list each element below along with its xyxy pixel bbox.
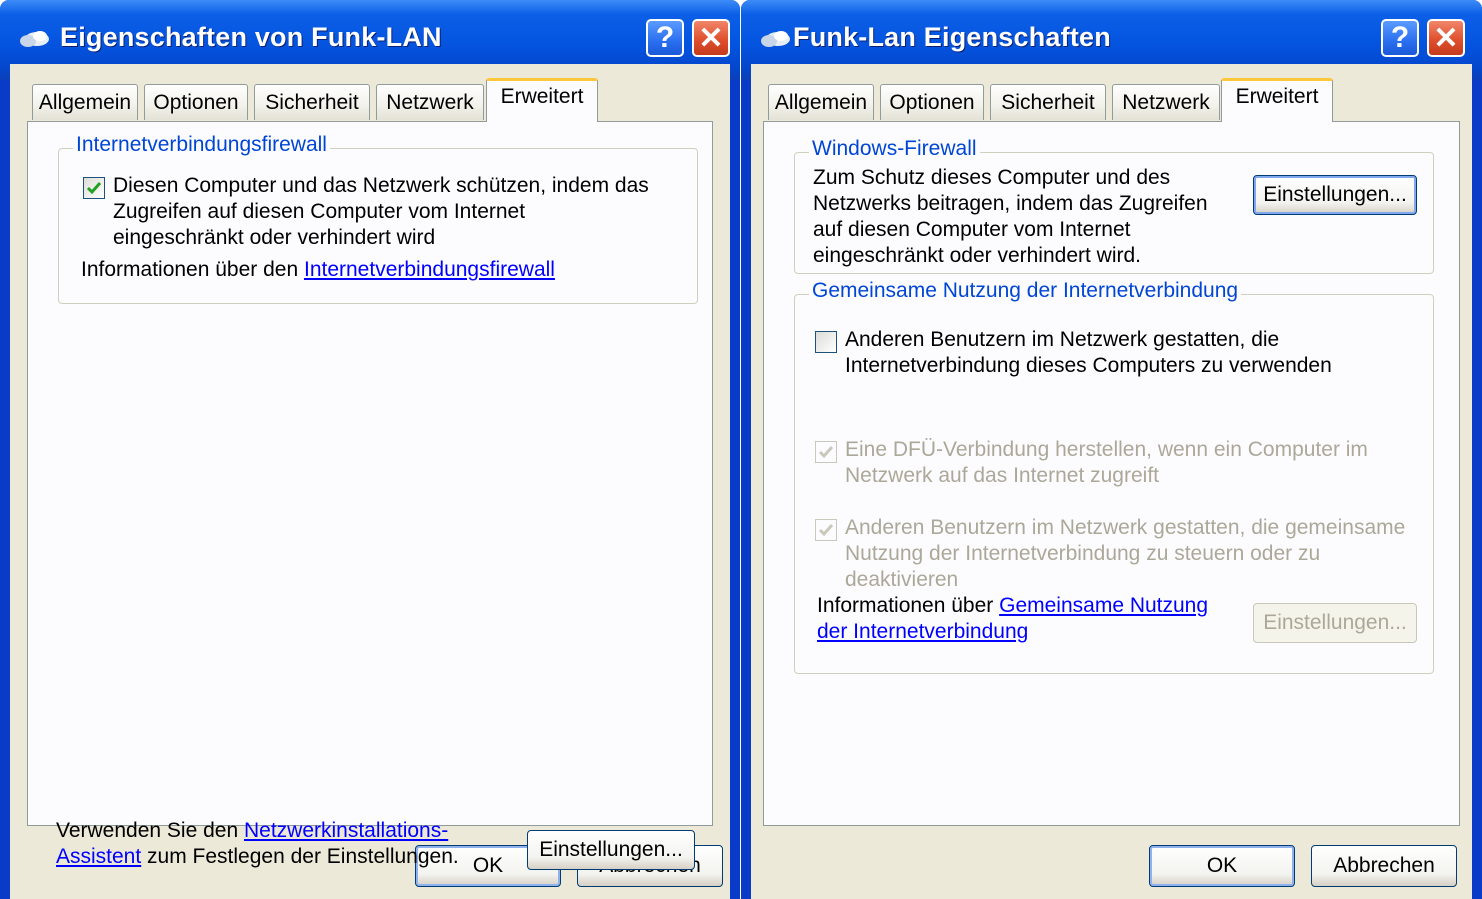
windows-firewall-group: Windows-Firewall Zum Schutz dieses Compu… — [794, 137, 1434, 274]
tab-erweitert[interactable]: Erweitert — [486, 78, 598, 122]
right-dialog-body: Allgemein Optionen Sicherheit Netzwerk E… — [751, 64, 1472, 899]
firewall-info-prefix: Informationen über den — [81, 258, 304, 281]
tab-optionen[interactable]: Optionen — [880, 84, 984, 120]
close-button[interactable]: ✕ — [1427, 19, 1465, 57]
ics-info-link-1[interactable]: Gemeinsame Nutzung — [999, 594, 1208, 617]
network-connection-icon — [20, 31, 49, 47]
firewall-checkbox[interactable] — [83, 177, 105, 199]
setup-wizard-link-2[interactable]: Assistent — [56, 845, 141, 868]
setup-wizard-line-2: Assistent zum Festlegen der Einstellunge… — [56, 844, 459, 870]
tab-netzwerk[interactable]: Netzwerk — [376, 84, 484, 120]
help-button[interactable]: ? — [646, 19, 684, 57]
firewall-info-text: Informationen über den Internetverbindun… — [81, 257, 555, 283]
firewall-checkbox-label-3[interactable]: eingeschränkt oder verhindert wird — [113, 225, 435, 251]
right-dialog-window: Funk-Lan Eigenschaften ? ✕ Allgemein Opt… — [741, 0, 1482, 899]
checkmark-icon — [818, 524, 834, 537]
ics-control-label-2: Nutzung der Internetverbindung zu steuer… — [845, 542, 1321, 565]
ics-control-label-3: deaktivieren — [845, 568, 959, 591]
tab-allgemein[interactable]: Allgemein — [768, 84, 874, 120]
ics-allow-label-2[interactable]: Internetverbindung dieses Computers zu v… — [845, 353, 1332, 379]
setup-wizard-line-1: Verwenden Sie den Netzwerkinstallations- — [56, 818, 448, 844]
ics-info-line-2: der Internetverbindung — [817, 619, 1028, 645]
checkmark-icon — [86, 182, 102, 195]
tab-sicherheit[interactable]: Sicherheit — [254, 84, 370, 120]
tab-netzwerk[interactable]: Netzwerk — [1112, 84, 1220, 120]
windows-firewall-legend: Windows-Firewall — [809, 137, 980, 161]
ics-control-checkbox[interactable] — [815, 519, 837, 541]
tab-optionen[interactable]: Optionen — [144, 84, 248, 120]
ics-info-line-1: Informationen über Gemeinsame Nutzung — [817, 593, 1208, 619]
left-settings-button[interactable]: Einstellungen... — [527, 830, 695, 870]
setup-wizard-link-1[interactable]: Netzwerkinstallations- — [244, 819, 448, 842]
ics-info-link-2[interactable]: der Internetverbindung — [817, 620, 1028, 643]
ics-allow-checkbox[interactable] — [815, 331, 837, 353]
left-dialog-window: Eigenschaften von Funk-LAN ? ✕ Allgemein… — [0, 0, 740, 899]
right-ok-button[interactable]: OK — [1149, 845, 1295, 887]
checkmark-icon — [818, 446, 834, 459]
left-dialog-body: Allgemein Optionen Sicherheit Netzwerk E… — [10, 64, 730, 899]
firewall-checkbox-label-1[interactable]: Diesen Computer und das Netzwerk schütze… — [113, 173, 649, 199]
help-button[interactable]: ? — [1381, 19, 1419, 57]
ics-group: Gemeinsame Nutzung der Internetverbindun… — [794, 279, 1434, 674]
tab-erweitert[interactable]: Erweitert — [1221, 78, 1333, 122]
ics-dialup-label-1: Eine DFÜ-Verbindung herstellen, wenn ein… — [845, 438, 1368, 461]
ics-group-legend: Gemeinsame Nutzung der Internetverbindun… — [809, 279, 1242, 303]
ics-dialup-checkbox[interactable] — [815, 441, 837, 463]
right-window-title: Funk-Lan Eigenschaften — [793, 22, 1111, 52]
ics-info-prefix: Informationen über — [817, 594, 1000, 617]
firewall-info-link[interactable]: Internetverbindungsfirewall — [304, 258, 555, 281]
ics-settings-button[interactable]: Einstellungen... — [1253, 603, 1417, 643]
windows-firewall-text-3: auf diesen Computer vom Internet — [813, 218, 1131, 241]
tab-sicherheit[interactable]: Sicherheit — [990, 84, 1106, 120]
windows-firewall-text-2: Netzwerks beitragen, indem das Zugreifen — [813, 192, 1208, 215]
left-window-title: Eigenschaften von Funk-LAN — [60, 22, 442, 52]
firewall-checkbox-label-2[interactable]: Zugreifen auf diesen Computer vom Intern… — [113, 199, 525, 225]
ics-control-label-1: Anderen Benutzern im Netzwerk gestatten,… — [845, 516, 1406, 539]
tab-allgemein[interactable]: Allgemein — [32, 84, 138, 120]
right-tab-panel: Windows-Firewall Zum Schutz dieses Compu… — [763, 121, 1460, 826]
windows-firewall-text-1: Zum Schutz dieses Computer und des — [813, 166, 1171, 189]
firewall-group: Internetverbindungsfirewall Diesen Compu… — [58, 133, 698, 304]
right-cancel-button[interactable]: Abbrechen — [1311, 845, 1457, 887]
left-tab-panel: Internetverbindungsfirewall Diesen Compu… — [27, 121, 713, 870]
ics-allow-label-1[interactable]: Anderen Benutzern im Netzwerk gestatten,… — [845, 327, 1279, 353]
setup-wizard-suffix: zum Festlegen der Einstellungen. — [141, 845, 459, 868]
windows-firewall-settings-button[interactable]: Einstellungen... — [1253, 175, 1417, 215]
setup-wizard-prefix: Verwenden Sie den — [56, 819, 244, 842]
network-connection-icon — [761, 31, 790, 47]
close-button[interactable]: ✕ — [692, 19, 730, 57]
windows-firewall-text-4: eingeschränkt oder verhindert wird. — [813, 244, 1142, 267]
firewall-group-legend: Internetverbindungsfirewall — [73, 133, 330, 157]
ics-dialup-label-2: Netzwerk auf das Internet zugreift — [845, 464, 1159, 487]
